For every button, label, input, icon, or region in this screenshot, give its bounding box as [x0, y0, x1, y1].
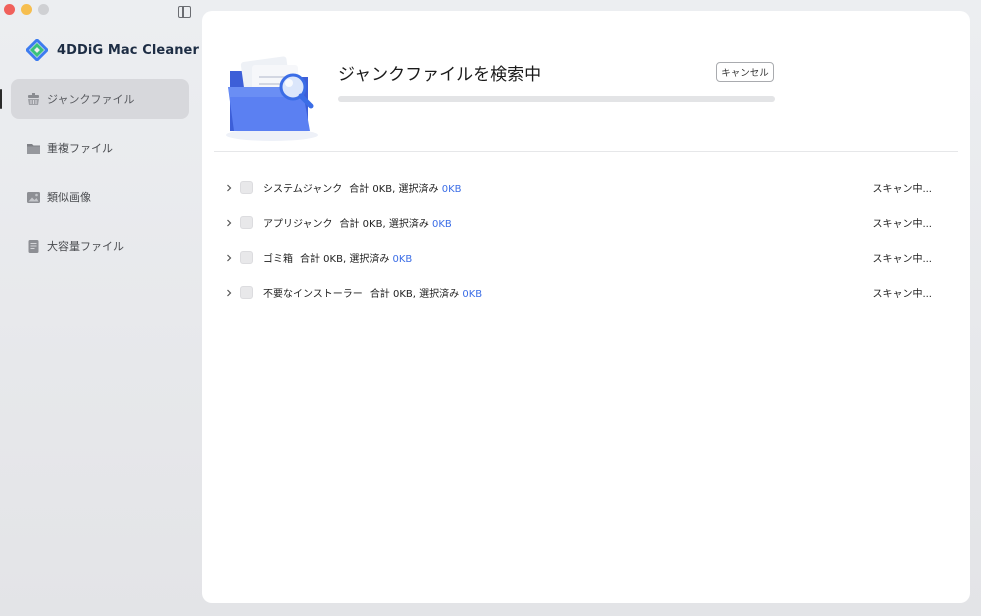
category-name: 不要なインストーラー — [263, 289, 363, 300]
category-total: 合計 0KB, 選択済み — [369, 289, 460, 300]
sidebar-item-large-files[interactable]: 大容量ファイル — [11, 226, 189, 266]
brand: 4DDiG Mac Cleaner — [26, 39, 199, 61]
list-item[interactable]: アプリジャンク 合計 0KB, 選択済み 0KB スキャン中... — [202, 205, 970, 240]
category-total: 合計 0KB, 選択済み — [349, 184, 439, 195]
category-status: スキャン中... — [872, 289, 932, 300]
list-item[interactable]: 不要なインストーラー 合計 0KB, 選択済み 0KB スキャン中... — [202, 275, 970, 310]
chevron-right-icon[interactable] — [225, 184, 233, 192]
category-status: スキャン中... — [872, 184, 932, 195]
chevron-right-icon[interactable] — [225, 219, 233, 227]
scan-progress-bar — [338, 96, 775, 102]
category-total: 合計 0KB, 選択済み — [339, 219, 429, 230]
4ddig-logo-icon — [26, 39, 48, 61]
app-name: 4DDiG Mac Cleaner — [57, 42, 199, 58]
category-checkbox[interactable] — [240, 216, 253, 229]
sidebar-item-label: 大容量ファイル — [47, 240, 124, 253]
category-status: スキャン中... — [872, 254, 932, 265]
category-selected-size: 0KB — [392, 254, 413, 265]
category-selected-size: 0KB — [432, 219, 452, 230]
category-status: スキャン中... — [872, 219, 932, 230]
category-name: ゴミ箱 — [263, 254, 293, 265]
category-summary: システムジャンク 合計 0KB, 選択済み 0KB — [263, 180, 462, 195]
category-total: 合計 0KB, 選択済み — [300, 254, 390, 265]
sidebar-nav: ジャンクファイル 重複ファイル 類似画像 大容量ファイル — [11, 79, 189, 275]
category-summary: ゴミ箱 合計 0KB, 選択済み 0KB — [263, 250, 412, 265]
category-checkbox[interactable] — [240, 181, 253, 194]
folder-search-illustration-icon — [226, 56, 318, 141]
category-summary: アプリジャンク 合計 0KB, 選択済み 0KB — [263, 215, 452, 230]
document-icon — [28, 239, 39, 253]
divider — [214, 151, 958, 152]
sidebar-item-similar-images[interactable]: 類似画像 — [11, 177, 189, 217]
chevron-right-icon[interactable] — [225, 254, 233, 262]
chevron-right-icon[interactable] — [225, 289, 233, 297]
category-checkbox[interactable] — [240, 286, 253, 299]
sidebar-toggle-icon[interactable] — [178, 6, 191, 18]
minimize-window-button[interactable] — [21, 4, 32, 15]
cancel-button[interactable]: キャンセル — [716, 62, 774, 82]
main-panel: ジャンクファイルを検索中 キャンセル システムジャンク 合計 0KB, 選択済み … — [202, 11, 970, 603]
folder-icon — [27, 143, 40, 154]
app-window: 4DDiG Mac Cleaner ジャンクファイル 重複ファイル 類似画像 大… — [0, 0, 981, 616]
active-nav-indicator — [0, 89, 2, 109]
zoom-window-button[interactable] — [38, 4, 49, 15]
category-selected-size: 0KB — [462, 289, 483, 300]
category-name: システムジャンク — [263, 184, 343, 195]
category-list: システムジャンク 合計 0KB, 選択済み 0KB スキャン中... アプリジャン… — [202, 170, 970, 310]
list-item[interactable]: システムジャンク 合計 0KB, 選択済み 0KB スキャン中... — [202, 170, 970, 205]
broom-icon — [28, 92, 39, 105]
category-checkbox[interactable] — [240, 251, 253, 264]
category-name: アプリジャンク — [263, 219, 333, 230]
sidebar-item-label: ジャンクファイル — [47, 93, 135, 106]
sidebar-item-label: 類似画像 — [47, 191, 91, 204]
category-summary: 不要なインストーラー 合計 0KB, 選択済み 0KB — [263, 285, 482, 300]
image-icon — [27, 191, 40, 203]
category-selected-size: 0KB — [441, 184, 462, 195]
sidebar-item-junk-files[interactable]: ジャンクファイル — [11, 79, 189, 119]
scan-title: ジャンクファイルを検索中 — [338, 65, 542, 85]
window-controls — [4, 4, 49, 15]
sidebar-item-duplicate-files[interactable]: 重複ファイル — [11, 128, 189, 168]
sidebar-item-label: 重複ファイル — [47, 142, 113, 155]
list-item[interactable]: ゴミ箱 合計 0KB, 選択済み 0KB スキャン中... — [202, 240, 970, 275]
close-window-button[interactable] — [4, 4, 15, 15]
